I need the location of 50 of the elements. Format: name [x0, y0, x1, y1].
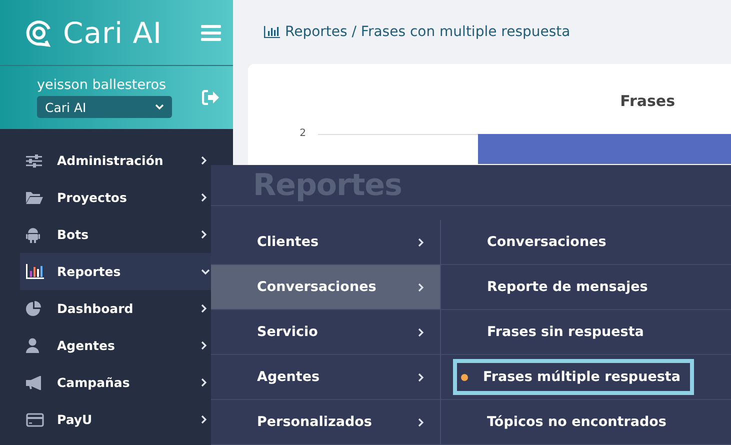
logout-icon[interactable] [202, 90, 219, 105]
pie-chart-icon [26, 301, 41, 316]
report-item[interactable]: Frases sin respuesta [453, 314, 654, 350]
bullet-icon [461, 374, 468, 380]
category-item[interactable]: Personalizados [211, 400, 440, 445]
chevron-right-icon [201, 378, 207, 387]
chevron-down-icon [201, 268, 210, 274]
sidebar-item[interactable]: Reportes [20, 253, 211, 290]
user-name: yeisson ballesteros [37, 77, 168, 93]
report-item[interactable]: Tópicos no encontrados [453, 404, 676, 440]
user-icon [26, 338, 39, 353]
menu-icon[interactable] [201, 24, 221, 40]
report-item[interactable]: Frases múltiple respuesta [453, 359, 694, 395]
logo-icon [25, 18, 53, 46]
chevron-right-icon [201, 230, 207, 239]
sidebar-item[interactable]: Campañas [20, 364, 211, 401]
report-item[interactable]: Conversaciones [453, 224, 616, 260]
bar-chart-icon [264, 26, 280, 38]
chevron-right-icon [418, 328, 424, 336]
chevron-right-icon [201, 415, 207, 424]
workspace-select[interactable]: Cari AI [37, 96, 172, 118]
sidebar-item[interactable]: Dashboard [20, 290, 211, 327]
sliders-icon [26, 154, 42, 168]
sidebar-item[interactable]: Bots [20, 216, 211, 253]
chart-title: Frases [620, 91, 676, 110]
chevron-right-icon [201, 193, 207, 202]
chevron-right-icon [418, 238, 424, 246]
sidebar-item[interactable]: Agentes [20, 327, 211, 364]
folder-icon [26, 191, 43, 204]
credit-card-icon [26, 412, 44, 426]
chevron-right-icon [201, 304, 207, 313]
category-item[interactable]: Agentes [211, 355, 440, 400]
chevron-right-icon [418, 282, 424, 292]
chevron-right-icon [418, 372, 424, 382]
category-item[interactable]: Conversaciones [211, 265, 440, 310]
caret-icon [155, 104, 164, 110]
sidebar-item[interactable]: Administración [20, 142, 211, 179]
sidebar-item[interactable]: PayU [20, 401, 211, 438]
report-item[interactable]: Reporte de mensajes [453, 269, 658, 305]
category-item[interactable]: Servicio [211, 310, 440, 355]
sidebar-item[interactable]: Proyectos [20, 179, 211, 216]
chevron-right-icon [418, 418, 424, 426]
brand-name: Cari AI [63, 16, 162, 50]
chevron-right-icon [201, 156, 207, 165]
breadcrumb: Reportes / Frases con multiple respuesta [285, 24, 570, 40]
bar-chart-icon [26, 264, 44, 279]
megaphone-icon [26, 376, 43, 390]
android-icon [26, 226, 40, 242]
axis-tick-label: 2 [298, 129, 306, 139]
chevron-right-icon [201, 341, 207, 350]
